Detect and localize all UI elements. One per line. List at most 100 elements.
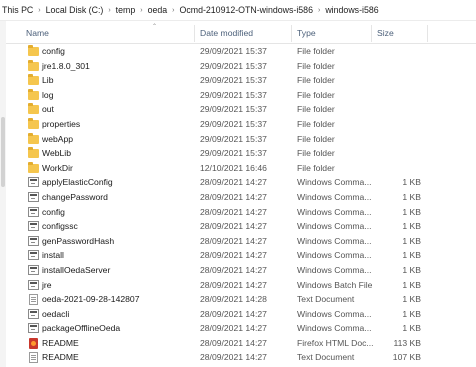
command-script-icon (28, 250, 39, 261)
file-name: config (42, 46, 65, 56)
folder-icon (28, 103, 39, 115)
chevron-right-icon[interactable]: › (169, 7, 177, 14)
file-name: README (42, 352, 79, 363)
file-date-modified: 28/09/2021 14:27 (200, 206, 267, 217)
column-header-date[interactable]: Date modified (200, 24, 253, 43)
file-type: Windows Comma... (297, 191, 372, 202)
file-row[interactable]: log 29/09/2021 15:37 File folder (6, 88, 476, 103)
command-script-icon (28, 191, 39, 202)
file-row[interactable]: genPasswordHash 28/09/2021 14:27 Windows C… (6, 234, 476, 249)
breadcrumb-ocmd[interactable]: Ocmd-210912-OTN-windows-i586 (178, 5, 315, 15)
chevron-right-icon[interactable]: › (137, 7, 145, 14)
file-name: changePassword (42, 191, 108, 202)
file-date-modified: 28/09/2021 14:27 (200, 352, 267, 363)
file-size: 1 KB (402, 177, 421, 188)
file-row[interactable]: WorkDir 12/10/2021 16:46 File folder (6, 161, 476, 176)
file-row[interactable]: jre1.8.0_301 29/09/2021 15:37 File folder (6, 59, 476, 74)
file-type: File folder (297, 60, 335, 71)
column-header-type[interactable]: Type (297, 24, 316, 43)
file-date-modified: 28/09/2021 14:28 (200, 294, 267, 305)
file-name: jre (42, 279, 52, 290)
file-row[interactable]: applyElasticConfig 28/09/2021 14:27 Window… (6, 175, 476, 190)
file-type: Windows Comma... (297, 206, 372, 217)
file-row[interactable]: properties 29/09/2021 15:37 File folder (6, 117, 476, 132)
chevron-right-icon[interactable]: › (315, 7, 323, 14)
breadcrumb-windows-i586[interactable]: windows-i586 (323, 5, 380, 15)
file-type: Windows Comma... (297, 221, 372, 232)
file-name: out (42, 104, 54, 115)
file-date-modified: 29/09/2021 15:37 (200, 104, 267, 115)
chevron-right-icon[interactable]: › (105, 7, 113, 14)
file-name: packageOfflineOeda (42, 323, 121, 334)
file-size: 1 KB (402, 323, 421, 334)
file-date-modified: 29/09/2021 15:37 (200, 133, 267, 144)
file-row[interactable]: oedacli 28/09/2021 14:27 Windows Comma... 1… (6, 307, 476, 322)
file-type: Windows Comma... (297, 235, 372, 246)
column-divider[interactable] (427, 25, 428, 42)
file-row[interactable]: jre 28/09/2021 14:27 Windows Batch File 1 K… (6, 278, 476, 293)
file-date-modified: 29/09/2021 15:37 (200, 118, 267, 129)
file-name: install (42, 250, 64, 261)
file-name: oeda-2021-09-28-142807 (42, 294, 140, 305)
file-date-modified: 29/09/2021 15:37 (200, 75, 267, 86)
folder-icon (28, 59, 39, 71)
column-divider[interactable] (371, 25, 372, 42)
breadcrumb-this-pc[interactable]: This PC (0, 5, 35, 15)
column-header-size[interactable]: Size (377, 24, 394, 43)
file-row[interactable]: README 28/09/2021 14:27 Text Document 107 K… (6, 350, 476, 365)
file-type: Windows Comma... (297, 308, 372, 319)
breadcrumb-oeda[interactable]: oeda (146, 5, 170, 15)
column-divider[interactable] (291, 25, 292, 42)
file-date-modified: 28/09/2021 14:27 (200, 279, 267, 290)
file-size: 1 KB (402, 279, 421, 290)
file-name: oedacli (42, 308, 70, 319)
file-type: Windows Comma... (297, 177, 372, 188)
file-type: File folder (297, 162, 335, 173)
column-divider[interactable] (194, 25, 195, 42)
column-header-row: ⌃ Name Date modified Type Size (6, 24, 476, 44)
file-type: Windows Comma... (297, 323, 372, 334)
file-type: Firefox HTML Doc... (297, 337, 374, 348)
file-row[interactable]: install 28/09/2021 14:27 Windows Comma... 1… (6, 248, 476, 263)
breadcrumb: This PC › Local Disk (C:) › temp › oeda … (0, 0, 476, 21)
file-size: 1 KB (402, 221, 421, 232)
column-header-name[interactable]: Name (26, 24, 49, 43)
command-script-icon (28, 221, 39, 232)
file-row[interactable]: README 28/09/2021 14:27 Firefox HTML Doc..… (6, 336, 476, 351)
file-type: Windows Batch File (297, 279, 373, 290)
file-type: File folder (297, 133, 335, 144)
file-row[interactable]: webApp 29/09/2021 15:37 File folder (6, 132, 476, 147)
file-date-modified: 28/09/2021 14:27 (200, 323, 267, 334)
file-size: 1 KB (402, 191, 421, 202)
navigation-pane-scrollbar[interactable] (1, 117, 5, 187)
file-type: Text Document (297, 352, 355, 363)
sort-up-icon: ⌃ (152, 24, 158, 30)
file-row[interactable]: Lib 29/09/2021 15:37 File folder (6, 73, 476, 88)
chevron-right-icon[interactable]: › (35, 7, 43, 14)
file-row[interactable]: WebLib 29/09/2021 15:37 File folder (6, 146, 476, 161)
file-type: File folder (297, 75, 335, 86)
file-type: File folder (297, 89, 335, 100)
file-row[interactable]: oeda-2021-09-28-142807 28/09/2021 14:28 Te… (6, 292, 476, 307)
file-name: genPasswordHash (42, 235, 115, 246)
command-script-icon (28, 264, 39, 275)
file-row[interactable]: out 29/09/2021 15:37 File folder (6, 102, 476, 117)
breadcrumb-local-disk[interactable]: Local Disk (C:) (44, 5, 106, 15)
file-name: WebLib (42, 148, 71, 159)
folder-icon (28, 117, 39, 129)
file-name: WorkDir (42, 162, 73, 173)
file-date-modified: 28/09/2021 14:27 (200, 250, 267, 261)
file-name: webApp (42, 133, 74, 144)
file-size: 1 KB (402, 250, 421, 261)
file-size: 1 KB (402, 206, 421, 217)
file-row[interactable]: installOedaServer 28/09/2021 14:27 Windows… (6, 263, 476, 278)
file-name: installOedaServer (42, 264, 111, 275)
file-row[interactable]: changePassword 28/09/2021 14:27 Windows Co… (6, 190, 476, 205)
file-row[interactable]: config 28/09/2021 14:27 Windows Comma... 1 … (6, 205, 476, 220)
file-row[interactable]: config 29/09/2021 15:37 File folder (6, 44, 476, 59)
file-row[interactable]: packageOfflineOeda 28/09/2021 14:27 Window… (6, 321, 476, 336)
breadcrumb-temp[interactable]: temp (114, 5, 138, 15)
file-type: File folder (297, 104, 335, 115)
command-script-icon (28, 279, 39, 290)
file-row[interactable]: configssc 28/09/2021 14:27 Windows Comma..… (6, 219, 476, 234)
